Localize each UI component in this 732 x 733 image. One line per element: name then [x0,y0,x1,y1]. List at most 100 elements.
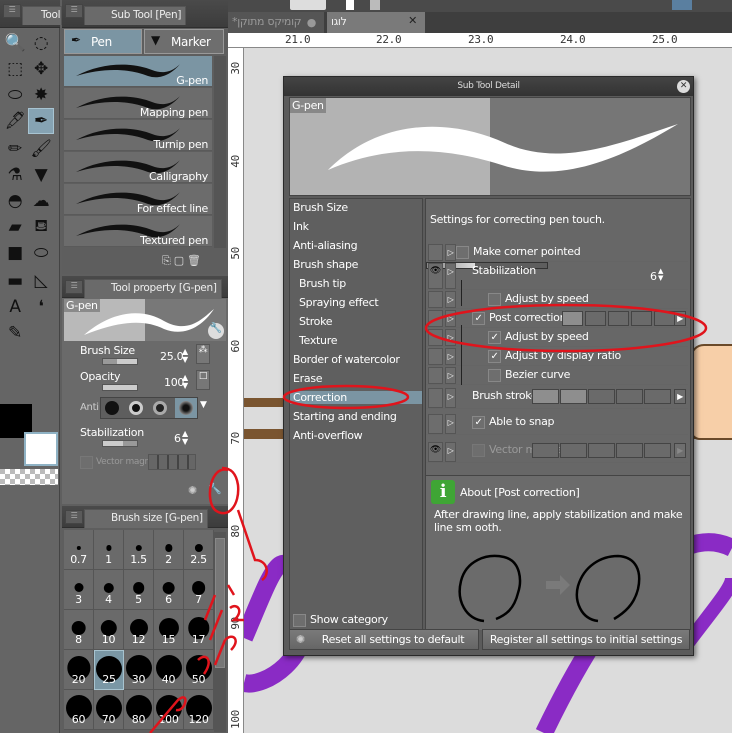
magic-wand-icon[interactable]: ✸ [28,82,54,108]
expand-arrow-icon[interactable]: ▷ [445,310,456,327]
level-segment[interactable] [616,443,643,458]
tab-tool-property[interactable]: Tool property [G-pen] [84,279,222,298]
level-segment[interactable] [644,389,671,404]
figure-icon[interactable]: ⬭ [28,240,54,266]
palette-display-toggle[interactable] [428,310,443,327]
checkbox-adjust-by-display-ratio[interactable]: ✓ [488,350,501,363]
sub-tool-detail-wrench-icon[interactable]: 🔧 [208,482,222,495]
category-item[interactable]: Spraying effect [299,296,379,309]
zoom-icon[interactable]: 🔍 [2,30,28,56]
level-segment[interactable] [616,389,643,404]
brush-size-preset[interactable]: 15 [154,610,184,650]
category-item[interactable]: Anti-overflow [293,429,363,442]
palette-display-toggle[interactable] [428,388,443,408]
tab-subtool[interactable]: Sub Tool [Pen] [84,6,187,25]
palette-display-toggle[interactable] [428,244,443,261]
brush-size-preset[interactable]: 2 [154,530,184,570]
spin-icon[interactable]: ▲ ▼ [658,268,663,282]
blend-icon[interactable]: ◓ [2,188,28,214]
brush-size-preset[interactable]: 17 [184,610,214,650]
checkbox-bezier-curve[interactable] [488,369,501,382]
show-category-row[interactable]: Show category [293,613,423,629]
level-segment[interactable] [560,443,587,458]
brush-size-value[interactable]: 25.0 [160,350,184,363]
expand-arrow-icon[interactable]: ▷ [445,367,456,384]
delete-subtool-icon[interactable]: 🗑 [187,254,201,267]
level-segment[interactable] [532,443,559,458]
anti-dropdown-icon[interactable]: ▼ [200,400,207,410]
brush-size-preset[interactable]: 1 [94,530,124,570]
frame-icon[interactable]: ▬ [2,268,28,294]
close-dialog-icon[interactable]: ✕ [677,80,690,93]
object-icon[interactable]: ⬚ [2,56,28,82]
anti-strong-option[interactable] [175,398,197,418]
category-item[interactable]: Stroke [299,315,333,328]
subtool-item[interactable]: Textured pen [64,216,212,247]
expand-arrow-icon[interactable]: ▷ [445,263,456,289]
category-item[interactable]: Anti-aliasing [293,239,358,252]
expand-arrow-icon[interactable]: ▷ [445,244,456,261]
subtool-item[interactable]: Turnip pen [64,120,212,151]
move-layer-icon[interactable]: ✥ [28,56,54,82]
stabilization-value[interactable]: 6 [650,270,657,283]
brush-size-preset[interactable]: 4 [94,570,124,610]
level-segment[interactable] [644,443,671,458]
lasso-icon[interactable]: ⬭ [2,82,28,108]
checkbox-vector-magnet[interactable] [472,444,485,457]
category-item[interactable]: Brush tip [299,277,346,290]
eye-icon[interactable]: 👁 [428,442,443,462]
brush-size-slider[interactable] [102,358,138,365]
dialog-titlebar[interactable]: Sub Tool Detail ✕ [284,77,693,96]
eye-icon[interactable]: 👁 [428,263,443,289]
level-segment[interactable] [631,311,652,326]
pen-icon[interactable]: ✒ [28,108,54,134]
panel-menu-button[interactable]: ☰ [65,280,83,294]
brush-size-preset[interactable]: 70 [94,690,124,730]
fill-icon[interactable]: ⛾ [28,214,54,240]
palette-display-toggle[interactable] [428,348,443,365]
stabilization-slider[interactable] [102,440,138,447]
expand-arrow-icon[interactable]: ▷ [445,442,456,462]
subtool-item[interactable]: Calligraphy [64,152,212,183]
brush-size-preset[interactable]: 25 [94,650,124,690]
level-next-icon[interactable]: ▶ [674,311,686,326]
panel-menu-button[interactable]: ☰ [3,4,21,18]
brush-size-preset[interactable]: 12 [124,610,154,650]
panel-menu-button[interactable]: ☰ [65,510,83,524]
show-category-checkbox[interactable] [293,614,306,627]
palette-display-toggle[interactable] [428,367,443,384]
subtool-group-marker[interactable]: ▼ Marker [144,29,224,54]
brush-size-preset[interactable]: 40 [154,650,184,690]
reset-all-settings-button[interactable]: ✺ Reset all settings to default [289,629,479,650]
decoration-icon[interactable]: ☁ [28,188,54,214]
palette-display-toggle[interactable] [428,414,443,434]
panel-menu-button[interactable]: ☰ [65,4,83,18]
close-tab-icon[interactable]: ✕ [408,14,417,27]
expand-arrow-icon[interactable]: ▷ [445,291,456,308]
correct-line-icon[interactable]: ✎ [2,320,28,346]
expand-arrow-icon[interactable]: ▷ [445,348,456,365]
airbrush-icon[interactable]: ⚗ [2,162,28,188]
spin-icon[interactable]: ▲ ▼ [182,348,188,364]
palette-display-toggle[interactable] [428,291,443,308]
brush-icon[interactable]: 🖌 [28,136,54,162]
opacity-slider[interactable] [102,384,138,391]
document-tab-comic[interactable]: *קומיקס מתוקן ● [228,12,324,33]
level-segment[interactable] [532,389,559,404]
brush-size-preset[interactable]: 10 [94,610,124,650]
transparent-color-swatch[interactable] [0,469,58,485]
expand-arrow-icon[interactable]: ▷ [445,329,456,346]
pressure-icon[interactable]: ⁂ [196,344,210,364]
level-next-icon[interactable]: ▶ [674,389,686,404]
spin-icon[interactable]: ▲ ▼ [182,374,188,390]
brush-size-preset[interactable]: 80 [124,690,154,730]
checkbox-adjust-by-speed-2[interactable]: ✓ [488,331,501,344]
new-subtool-icon[interactable]: ▢ [174,254,187,267]
anti-none-option[interactable] [105,401,119,415]
subtool-item[interactable]: Mapping pen [64,88,212,119]
new-icon[interactable] [346,0,354,10]
category-item[interactable]: Brush shape [293,258,358,271]
expand-arrow-icon[interactable]: ▷ [445,388,456,408]
open-icon[interactable] [370,0,380,10]
brush-size-preset[interactable]: 1.5 [124,530,154,570]
